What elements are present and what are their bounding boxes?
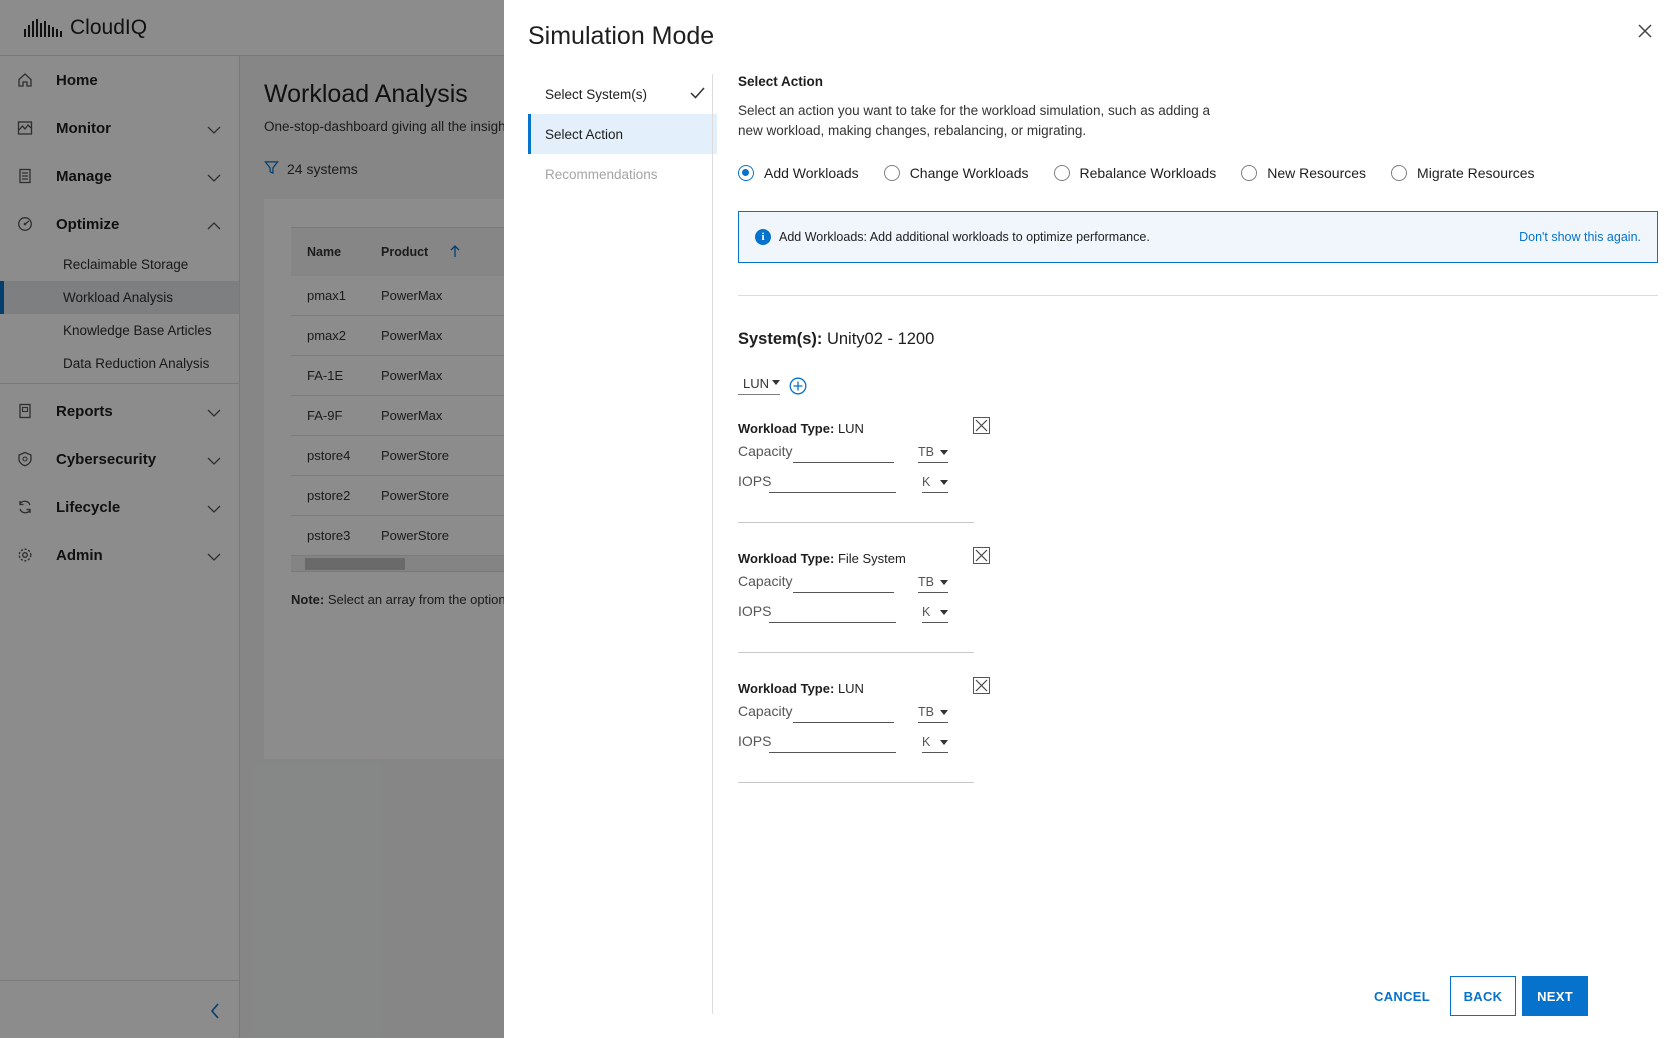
- add-workload-row: LUN: [738, 373, 1658, 395]
- caret-down-icon: [940, 610, 948, 615]
- section-divider: [738, 295, 1658, 296]
- remove-workload-icon[interactable]: [973, 677, 990, 694]
- caret-down-icon: [940, 450, 948, 455]
- capacity-label: Capacity: [738, 443, 793, 459]
- modal-title: Simulation Mode: [528, 22, 715, 50]
- capacity-label: Capacity: [738, 703, 793, 719]
- workload-type-select[interactable]: LUN: [738, 373, 780, 395]
- caret-down-icon: [772, 380, 780, 385]
- iops-label: IOPS: [738, 733, 772, 749]
- step-label: Recommendations: [545, 166, 658, 182]
- radio-circle[interactable]: [883, 165, 900, 181]
- checkmark-icon: [690, 87, 705, 102]
- radio-circle[interactable]: [1241, 165, 1258, 181]
- radio-migrate-resources[interactable]: Migrate Resources: [1391, 165, 1535, 181]
- selected-systems: System(s): Unity02 - 1200: [738, 330, 1658, 349]
- caret-down-icon: [940, 710, 948, 715]
- wizard-stepper: Select System(s) Select Action Recommend…: [528, 74, 717, 194]
- workload-card: Workload Type: File System Capacity TB I…: [738, 547, 990, 653]
- radio-add-workloads[interactable]: Add Workloads: [738, 165, 859, 181]
- capacity-unit-select[interactable]: TB: [918, 571, 948, 593]
- systems-value: Unity02 - 1200: [826, 330, 935, 348]
- next-button[interactable]: NEXT: [1522, 976, 1588, 1016]
- workload-type-heading: Workload Type: LUN: [738, 681, 864, 696]
- capacity-input[interactable]: [793, 441, 894, 463]
- step-label: Select System(s): [545, 86, 648, 102]
- step-select-action[interactable]: Select Action: [528, 114, 717, 154]
- radio-label: Rebalance Workloads: [1079, 165, 1217, 181]
- workload-type-heading: Workload Type: LUN: [738, 421, 864, 436]
- radio-circle[interactable]: [738, 165, 754, 181]
- stepper-divider: [712, 74, 713, 1014]
- add-circle-icon[interactable]: [789, 377, 807, 395]
- workload-card: Workload Type: LUN Capacity TB IOPS K: [738, 417, 990, 523]
- radio-change-workloads[interactable]: Change Workloads: [883, 165, 1029, 181]
- workload-type-value: LUN: [743, 376, 770, 391]
- capacity-input[interactable]: [793, 571, 894, 593]
- remove-workload-icon[interactable]: [973, 417, 990, 434]
- workload-type-heading: Workload Type: File System: [738, 551, 906, 566]
- dont-show-again-link[interactable]: Don't show this again.: [1519, 230, 1641, 244]
- step-recommendations: Recommendations: [528, 154, 717, 194]
- iops-unit-select[interactable]: K: [922, 601, 948, 623]
- radio-circle[interactable]: [1391, 165, 1408, 181]
- info-icon: i: [755, 229, 771, 245]
- select-action-panel: Select Action Select an action you want …: [738, 74, 1658, 783]
- iops-unit-select[interactable]: K: [922, 471, 948, 493]
- iops-input[interactable]: [769, 471, 896, 493]
- iops-label: IOPS: [738, 473, 772, 489]
- caret-down-icon: [940, 480, 948, 485]
- radio-label: New Resources: [1267, 165, 1367, 181]
- info-text: Add Workloads: Add additional workloads …: [779, 230, 1150, 244]
- iops-input[interactable]: [769, 601, 896, 623]
- radio-label: Change Workloads: [909, 165, 1029, 181]
- radio-rebalance-workloads[interactable]: Rebalance Workloads: [1053, 165, 1217, 181]
- action-radio-group: Add Workloads Change Workloads Rebalance…: [738, 165, 1658, 181]
- radio-circle[interactable]: [1053, 165, 1070, 181]
- caret-down-icon: [940, 580, 948, 585]
- systems-label: System(s):: [738, 330, 823, 348]
- step-select-systems[interactable]: Select System(s): [528, 74, 717, 114]
- workload-card: Workload Type: LUN Capacity TB IOPS K: [738, 677, 990, 783]
- iops-input[interactable]: [769, 731, 896, 753]
- iops-unit-select[interactable]: K: [922, 731, 948, 753]
- iops-label: IOPS: [738, 603, 772, 619]
- close-icon[interactable]: [1634, 20, 1656, 42]
- capacity-unit-select[interactable]: TB: [918, 701, 948, 723]
- cancel-button[interactable]: CANCEL: [1359, 976, 1445, 1016]
- caret-down-icon: [940, 740, 948, 745]
- section-title: Select Action: [738, 74, 824, 89]
- remove-workload-icon[interactable]: [973, 547, 990, 564]
- simulation-mode-dialog: Simulation Mode Select System(s) Select …: [504, 0, 1680, 1038]
- capacity-input[interactable]: [793, 701, 894, 723]
- radio-new-resources[interactable]: New Resources: [1241, 165, 1366, 181]
- capacity-unit-select[interactable]: TB: [918, 441, 948, 463]
- info-banner: i Add Workloads: Add additional workload…: [738, 211, 1658, 263]
- back-button[interactable]: BACK: [1450, 976, 1516, 1016]
- radio-label: Migrate Resources: [1417, 165, 1535, 181]
- section-description: Select an action you want to take for th…: [738, 103, 1211, 138]
- radio-label: Add Workloads: [764, 165, 859, 181]
- step-label: Select Action: [545, 126, 624, 142]
- capacity-label: Capacity: [738, 573, 793, 589]
